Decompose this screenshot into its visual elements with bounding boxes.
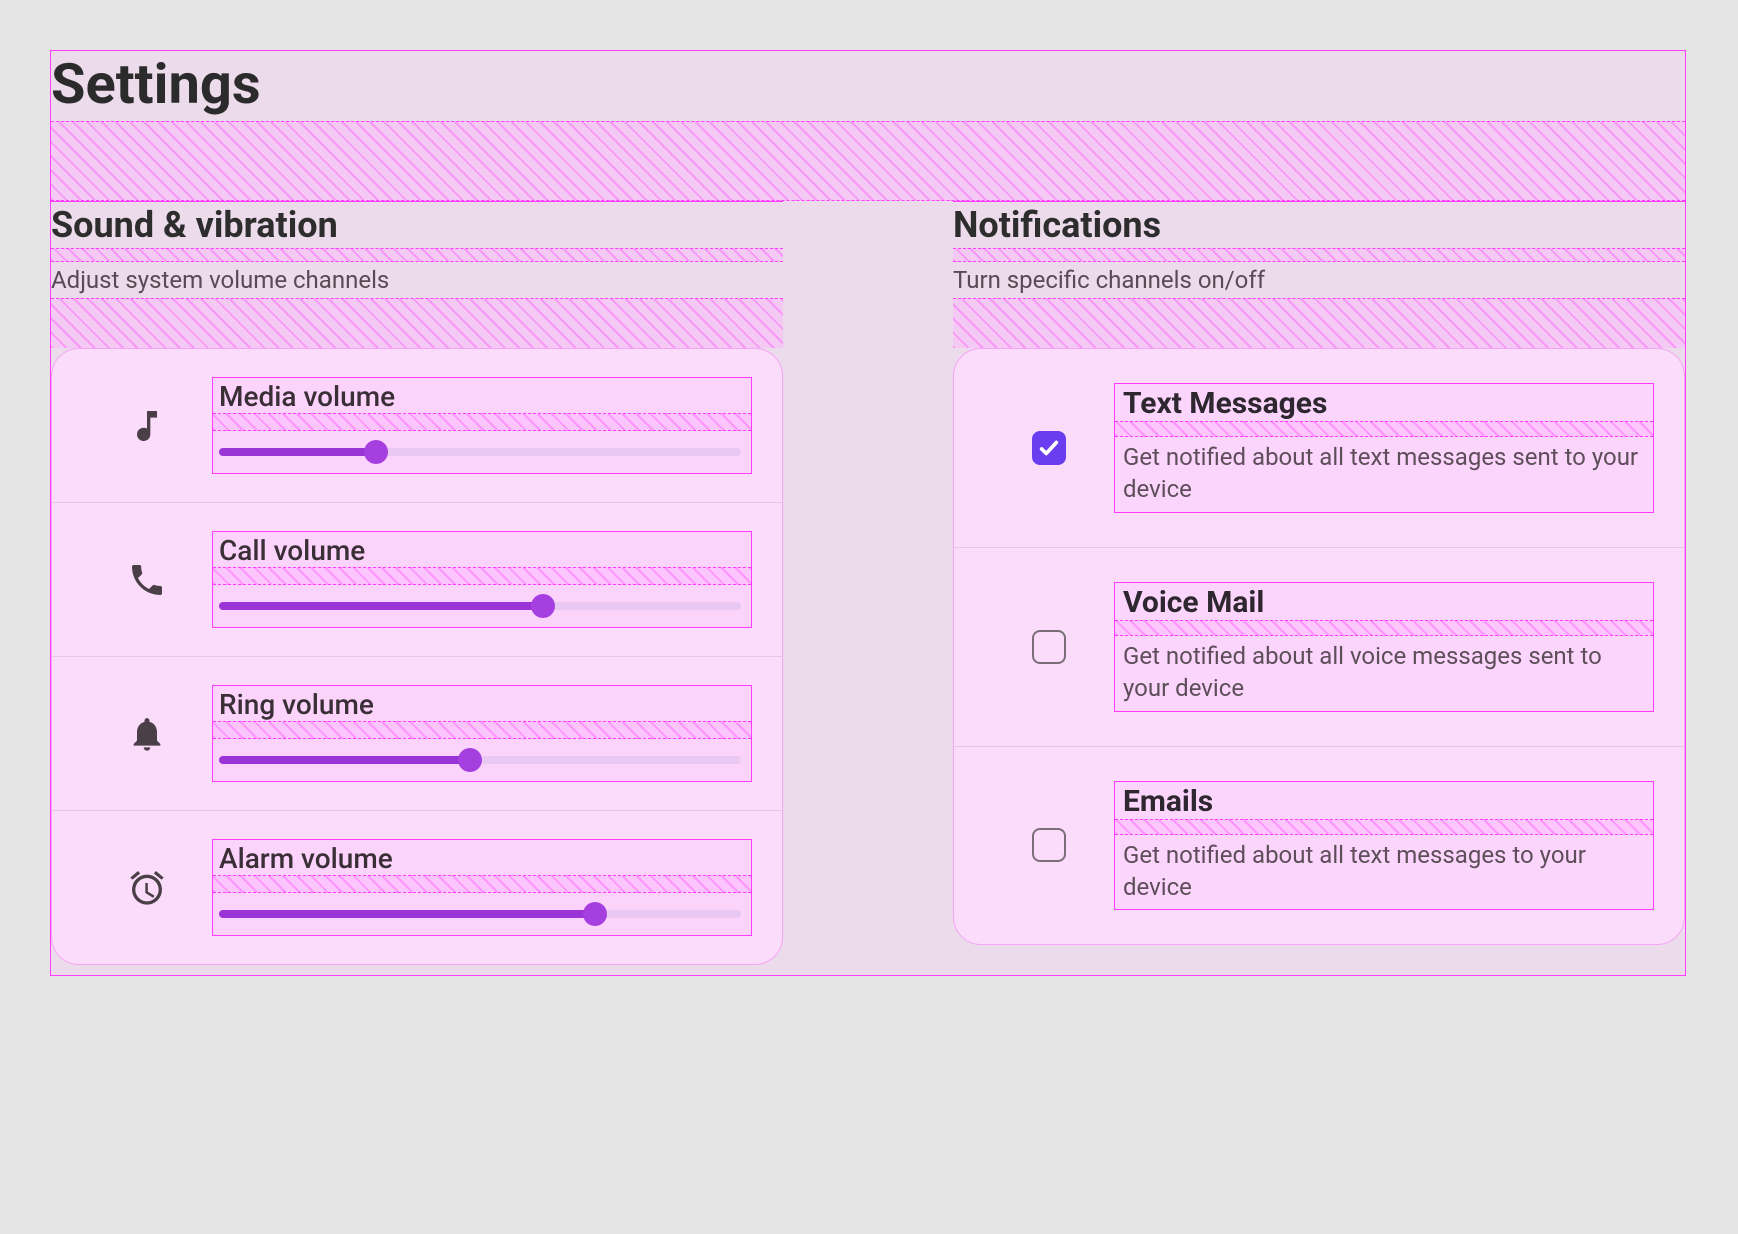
ring-volume-slider[interactable] bbox=[219, 749, 741, 771]
bell-icon bbox=[82, 714, 212, 754]
spacer bbox=[953, 248, 1685, 262]
volume-row-ring: Ring volume bbox=[52, 657, 782, 811]
notifications-title: Notifications bbox=[953, 202, 1685, 248]
music-note-icon bbox=[82, 406, 212, 446]
notification-title: Voice Mail bbox=[1115, 583, 1653, 620]
spacer bbox=[51, 121, 1685, 201]
notification-title: Emails bbox=[1115, 782, 1653, 819]
volume-row-media: Media volume bbox=[52, 349, 782, 503]
page-title: Settings bbox=[51, 51, 1685, 121]
spacer bbox=[51, 298, 783, 348]
spacer bbox=[213, 413, 751, 431]
alarm-volume-slider[interactable] bbox=[219, 903, 741, 925]
notification-desc: Get notified about all text messages to … bbox=[1115, 835, 1653, 910]
spacer bbox=[1115, 620, 1653, 636]
sound-subtitle: Adjust system volume channels bbox=[51, 262, 783, 298]
settings-page: Settings Sound & vibration Adjust system… bbox=[50, 50, 1686, 976]
notifications-section: Notifications Turn specific channels on/… bbox=[953, 201, 1685, 955]
volume-label: Ring volume bbox=[213, 686, 751, 721]
media-volume-slider[interactable] bbox=[219, 441, 741, 463]
sound-title: Sound & vibration bbox=[51, 202, 783, 248]
volume-label: Media volume bbox=[213, 378, 751, 413]
spacer bbox=[213, 567, 751, 585]
alarm-icon bbox=[82, 868, 212, 908]
sound-card: Media volume bbox=[51, 348, 783, 965]
call-volume-slider[interactable] bbox=[219, 595, 741, 617]
spacer bbox=[953, 298, 1685, 348]
volume-row-alarm: Alarm volume bbox=[52, 811, 782, 964]
notifications-subtitle: Turn specific channels on/off bbox=[953, 262, 1685, 298]
volume-row-call: Call volume bbox=[52, 503, 782, 657]
spacer bbox=[213, 721, 751, 739]
notification-row-emails: Emails Get notified about all text messa… bbox=[954, 747, 1684, 945]
notification-title: Text Messages bbox=[1115, 384, 1653, 421]
notification-row-voice-mail: Voice Mail Get notified about all voice … bbox=[954, 548, 1684, 747]
phone-icon bbox=[82, 560, 212, 600]
notifications-card: Text Messages Get notified about all tex… bbox=[953, 348, 1685, 945]
spacer bbox=[213, 875, 751, 893]
spacer bbox=[1115, 421, 1653, 437]
notification-desc: Get notified about all text messages sen… bbox=[1115, 437, 1653, 512]
emails-checkbox[interactable] bbox=[1032, 828, 1066, 862]
notification-desc: Get notified about all voice messages se… bbox=[1115, 636, 1653, 711]
spacer bbox=[51, 248, 783, 262]
volume-label: Call volume bbox=[213, 532, 751, 567]
sound-section: Sound & vibration Adjust system volume c… bbox=[51, 201, 783, 975]
volume-label: Alarm volume bbox=[213, 840, 751, 875]
notification-row-text-messages: Text Messages Get notified about all tex… bbox=[954, 349, 1684, 548]
spacer bbox=[1115, 819, 1653, 835]
text-messages-checkbox[interactable] bbox=[1032, 431, 1066, 465]
voice-mail-checkbox[interactable] bbox=[1032, 630, 1066, 664]
